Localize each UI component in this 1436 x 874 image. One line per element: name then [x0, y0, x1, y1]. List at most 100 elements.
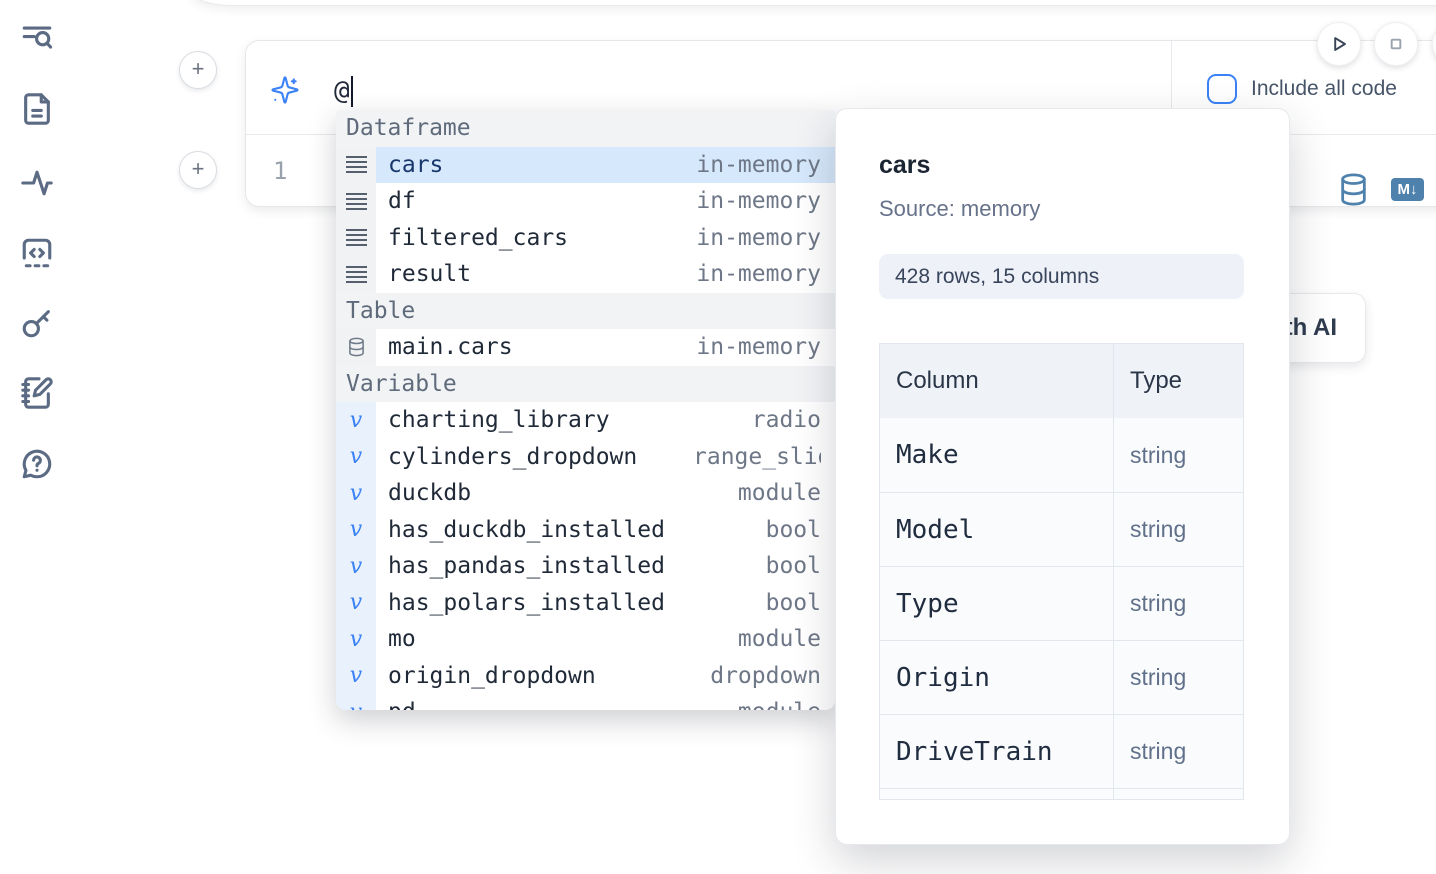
completion-name: filtered_cars: [388, 225, 568, 251]
markdown-icon: M↓: [1391, 178, 1424, 201]
variable-v-icon: v: [336, 548, 376, 585]
variable-v-icon: v: [336, 621, 376, 658]
column-type-cell: string: [1113, 715, 1243, 788]
schema-table-body: MakestringModelstringTypestringOriginstr…: [880, 418, 1243, 800]
autocomplete-section-header: Variable: [336, 366, 835, 403]
document-icon[interactable]: [19, 91, 55, 127]
autocomplete-item[interactable]: result in-memory: [336, 256, 835, 293]
stop-cell-button[interactable]: [1374, 22, 1418, 66]
list-search-icon[interactable]: [19, 20, 55, 56]
line-number: 1: [273, 135, 287, 207]
completion-detail: bool: [766, 553, 821, 579]
completion-detail: in-memory: [696, 152, 821, 178]
dataframe-preview-panel: cars Source: memory 428 rows, 15 columns…: [835, 108, 1290, 845]
completion-name: charting_library: [388, 407, 610, 433]
column-type-cell: [1113, 789, 1243, 800]
variable-v-icon: v: [336, 475, 376, 512]
help-icon[interactable]: [19, 446, 55, 482]
autocomplete-item[interactable]: vmo module: [336, 621, 835, 658]
variable-v-icon: v: [336, 439, 376, 476]
preview-source: Source: memory: [879, 196, 1244, 222]
completion-detail: range_slider: [693, 444, 821, 470]
key-icon[interactable]: [19, 305, 55, 341]
schema-table-header: Column Type: [880, 344, 1243, 418]
variable-v-icon: v: [336, 512, 376, 549]
preview-title: cars: [879, 151, 1244, 180]
sparkles-icon: [270, 75, 300, 105]
autocomplete-item[interactable]: cars in-memory: [336, 147, 835, 184]
autocomplete-item[interactable]: vpdmodule: [336, 694, 835, 710]
column-type-cell: string: [1113, 567, 1243, 640]
completion-name: origin_dropdown: [388, 663, 596, 689]
autocomplete-item[interactable]: v cylinders_dropdown range_slider: [336, 439, 835, 476]
sidebar: [0, 0, 72, 874]
ai-prompt-input[interactable]: @: [334, 74, 353, 108]
autocomplete-item[interactable]: vhas_duckdb_installedbool: [336, 512, 835, 549]
schema-table-row: DriveTrainstring: [880, 714, 1243, 788]
autocomplete-section-header: Dataframe: [336, 110, 835, 147]
column-type-cell: string: [1113, 493, 1243, 566]
completion-name: has_duckdb_installed: [388, 517, 665, 543]
type-header: Type: [1113, 344, 1243, 418]
schema-table-row: Modelstring: [880, 492, 1243, 566]
add-cell-below-button[interactable]: +: [179, 151, 217, 189]
dataframe-rows-icon: [336, 183, 376, 220]
autocomplete-dropdown: Dataframecarsin-memorydfin-memoryfiltere…: [336, 110, 835, 710]
column-name-cell: Type: [880, 567, 1113, 640]
column-name-cell: Origin: [880, 641, 1113, 714]
variable-v-icon: v: [336, 402, 376, 439]
completion-detail: radio: [752, 407, 821, 433]
column-type-cell: string: [1113, 641, 1243, 714]
completion-name: df: [388, 188, 416, 214]
column-name-cell: Make: [880, 418, 1113, 492]
dataframe-rows-icon: [336, 256, 376, 293]
completion-name: result: [388, 261, 471, 287]
completion-name: has_polars_installed: [388, 590, 665, 616]
schema-table-row: Makestring: [880, 418, 1243, 492]
autocomplete-item[interactable]: main.carsin-memory: [336, 329, 835, 366]
completion-name: cars: [388, 152, 443, 178]
column-type-cell: string: [1113, 418, 1243, 492]
autocomplete-item[interactable]: dfin-memory: [336, 183, 835, 220]
autocomplete-item[interactable]: v has_pandas_installed bool: [336, 548, 835, 585]
datasource-button[interactable]: [1339, 173, 1368, 211]
schema-table-row: [880, 788, 1243, 800]
completion-detail: in-memory: [696, 334, 821, 360]
autocomplete-item[interactable]: vhas_polars_installedbool: [336, 585, 835, 622]
markdown-button[interactable]: M↓: [1391, 178, 1424, 201]
autocomplete-item[interactable]: filtered_cars in-memory: [336, 220, 835, 257]
completion-detail: module: [738, 626, 821, 652]
variable-v-icon: v: [336, 694, 376, 710]
autocomplete-item[interactable]: vduckdb module: [336, 475, 835, 512]
schema-table: Column Type MakestringModelstringTypestr…: [879, 343, 1244, 800]
scratchpad-icon[interactable]: [19, 375, 55, 411]
activity-icon[interactable]: [19, 165, 55, 201]
completion-detail: bool: [766, 590, 821, 616]
completion-detail: in-memory: [696, 225, 821, 251]
completion-name: has_pandas_installed: [388, 553, 665, 579]
completion-detail: module: [738, 699, 821, 710]
autocomplete-list: Dataframecarsin-memorydfin-memoryfiltere…: [336, 110, 835, 710]
text-cursor: [351, 76, 353, 107]
variable-v-icon: v: [336, 658, 376, 695]
include-all-code-checkbox[interactable]: [1207, 74, 1237, 104]
dataframe-rows-icon: [336, 220, 376, 257]
autocomplete-item[interactable]: v origin_dropdown dropdown: [336, 658, 835, 695]
stop-icon: [1383, 31, 1409, 57]
autocomplete-item[interactable]: v charting_library radio: [336, 402, 835, 439]
column-header: Column: [880, 344, 1113, 418]
add-cell-above-button[interactable]: +: [179, 51, 217, 89]
table-database-icon: [336, 329, 376, 366]
run-cell-button[interactable]: [1317, 22, 1361, 66]
completion-detail: in-memory: [696, 261, 821, 287]
completion-name: duckdb: [388, 480, 471, 506]
shape-badge: 428 rows, 15 columns: [879, 254, 1244, 299]
completion-name: mo: [388, 626, 416, 652]
completion-detail: module: [738, 480, 821, 506]
schema-table-row: Originstring: [880, 640, 1243, 714]
database-icon: [1339, 173, 1368, 206]
column-name-cell: DriveTrain: [880, 715, 1113, 788]
code-snippet-icon[interactable]: [19, 235, 55, 271]
completion-detail: dropdown: [710, 663, 821, 689]
completion-name: cylinders_dropdown: [388, 444, 637, 470]
